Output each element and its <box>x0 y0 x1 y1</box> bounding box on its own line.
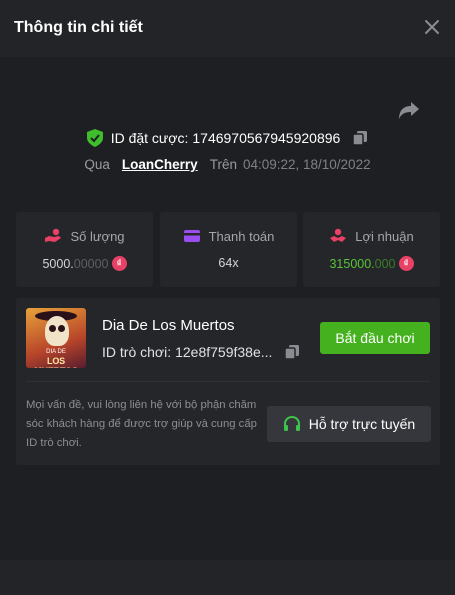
divider <box>26 381 430 382</box>
stat-amount-value-main: 5000. <box>42 256 74 271</box>
online-support-label: Hỗ trợ trực tuyến <box>308 416 416 432</box>
close-icon[interactable] <box>423 18 441 36</box>
skull-shape <box>45 316 69 346</box>
stat-amount: Số lượng 5000. 00000 ₫ <box>16 212 153 287</box>
currency-icon: ₫ <box>111 256 127 271</box>
game-card: DIA DE LOS MUERTOS Dia De Los Muertos ID… <box>16 298 440 465</box>
online-support-button[interactable]: Hỗ trợ trực tuyến <box>267 406 431 442</box>
bet-id-row: ID đặt cược: 1746970567945920896 <box>0 129 455 147</box>
profit-hand-icon <box>330 228 347 242</box>
currency-icon: ₫ <box>398 256 414 271</box>
game-id-label: ID trò chơi: <box>102 344 172 360</box>
modal-header: Thông tin chi tiết <box>0 0 455 57</box>
thumbnail-title-line1: DIA DE <box>46 349 66 355</box>
stat-payout-value: 64x <box>218 256 239 270</box>
skull-eye <box>58 325 65 332</box>
bet-datetime: 04:09:22, 18/10/2022 <box>242 157 371 172</box>
shield-check-icon <box>86 129 103 147</box>
game-id-value: 12e8f759f38e... <box>175 344 273 360</box>
game-id-row: ID trò chơi: 12e8f759f38e... <box>102 344 300 360</box>
stat-amount-value-decimals: 00000 <box>73 256 109 271</box>
headset-icon <box>283 415 300 431</box>
coins-hand-icon <box>45 228 62 242</box>
on-label: Trên <box>209 157 237 172</box>
copy-icon[interactable] <box>284 344 300 360</box>
game-name: Dia De Los Muertos <box>102 317 235 334</box>
credit-card-icon <box>183 230 200 242</box>
copy-icon[interactable] <box>352 130 368 146</box>
username-link[interactable]: LoanCherry <box>122 157 198 172</box>
stat-payout-label: Thanh toán <box>208 228 275 244</box>
bet-id-value: 1746970567945920896 <box>192 130 341 146</box>
stat-payout: Thanh toán 64x <box>160 212 297 287</box>
bet-id-label: ID đặt cược: <box>110 130 189 146</box>
game-thumbnail[interactable]: DIA DE LOS MUERTOS <box>26 308 86 368</box>
skull-eye <box>49 325 56 332</box>
stat-profit-value-decimals: 000 <box>374 256 396 271</box>
modal-title: Thông tin chi tiết <box>14 19 143 36</box>
thumbnail-title-line2: LOS MUERTOS <box>34 356 78 368</box>
stat-profit: Lợi nhuận 315000. 000 ₫ <box>303 212 440 287</box>
stat-profit-label: Lợi nhuận <box>355 228 414 244</box>
share-icon[interactable] <box>398 100 420 120</box>
support-text: Mọi vấn đề, vui lòng liên hệ với bộ phận… <box>26 399 257 449</box>
stat-amount-label: Số lượng <box>70 228 125 244</box>
bet-via-row: Qua LoanCherry Trên 04:09:22, 18/10/2022 <box>0 157 455 172</box>
start-playing-button[interactable]: Bắt đầu chơi <box>320 322 430 354</box>
modal-footer <box>0 560 455 595</box>
via-label: Qua <box>84 157 110 172</box>
stat-profit-value-main: 315000. <box>329 256 375 271</box>
